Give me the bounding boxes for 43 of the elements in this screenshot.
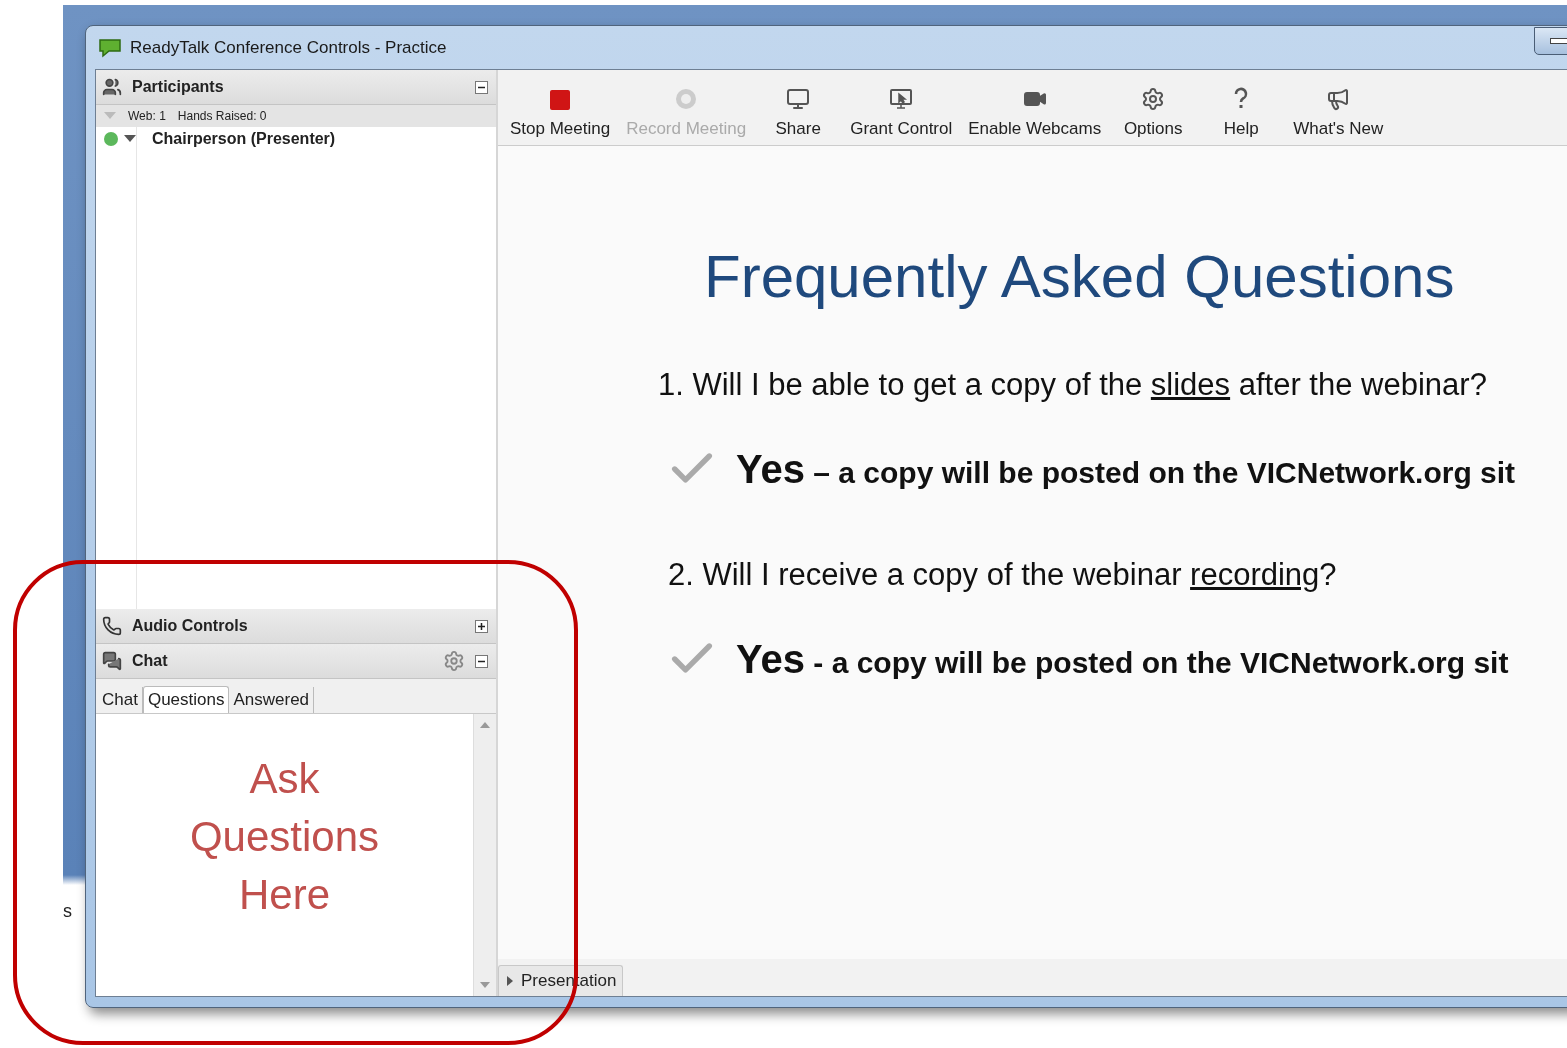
settings-icon[interactable] (443, 650, 465, 672)
toolbar-button[interactable]: What's New (1285, 87, 1392, 139)
toolbar-button[interactable]: Grant Control (842, 87, 961, 139)
record-icon (674, 87, 699, 111)
slide-answer: Yes – a copy will be posted on the VICNetwork.org sit (736, 446, 1516, 492)
monitor-icon (786, 87, 811, 111)
megaphone-icon (1326, 87, 1351, 111)
collapse-button[interactable] (475, 654, 488, 668)
speech-bubble-icon (98, 37, 122, 58)
window-title: ReadyTalk Conference Controls - Practice (130, 37, 447, 58)
toolbar-button[interactable]: Help (1197, 87, 1286, 139)
triangle-icon (104, 112, 116, 120)
desktop-text: s (63, 901, 72, 922)
slide-question: 1. Will I be able to get a copy of the slides after the webinar? (658, 367, 1488, 403)
chat-tab[interactable]: Questions (142, 686, 230, 713)
slide-answer: Yes - a copy will be posted on the VICNetwork.org sit (736, 636, 1509, 682)
web-count: Web: 1 (128, 109, 166, 123)
expand-button[interactable] (475, 619, 488, 633)
panel-title: Audio Controls (132, 617, 249, 635)
caret-icon[interactable] (124, 135, 136, 143)
toolbar-button[interactable]: Stop Meeting (502, 89, 619, 139)
chat-tab[interactable]: Chat (98, 687, 143, 713)
stop-icon (549, 89, 572, 111)
collapse-button[interactable] (475, 80, 488, 94)
plus-icon (477, 621, 486, 631)
chat-bubbles-icon (102, 651, 122, 671)
chat-tab[interactable]: Answered (229, 687, 315, 713)
phone-icon (102, 616, 122, 636)
settings-icon (1141, 87, 1166, 111)
slide-title: Frequently Asked Questions (704, 242, 1456, 311)
triangle-icon (507, 976, 513, 986)
slide-question: 2. Will I receive a copy of the webinar recording? (668, 557, 1338, 593)
help-icon (1233, 87, 1250, 111)
toolbar-button[interactable]: Options (1109, 87, 1198, 139)
panel-title: Chat (132, 652, 169, 670)
monitor-cursor-icon (889, 87, 914, 111)
hands-raised-count: Hands Raised: 0 (177, 109, 267, 123)
toolbar-button[interactable]: Enable Webcams (960, 87, 1110, 139)
people-icon (102, 77, 122, 97)
toolbar-button[interactable]: Share (754, 87, 843, 139)
participant-name[interactable]: Chairperson (Presenter) (152, 130, 336, 148)
annotation-text: Ask Questions Here (188, 754, 381, 920)
panel-title: Participants (132, 78, 225, 96)
